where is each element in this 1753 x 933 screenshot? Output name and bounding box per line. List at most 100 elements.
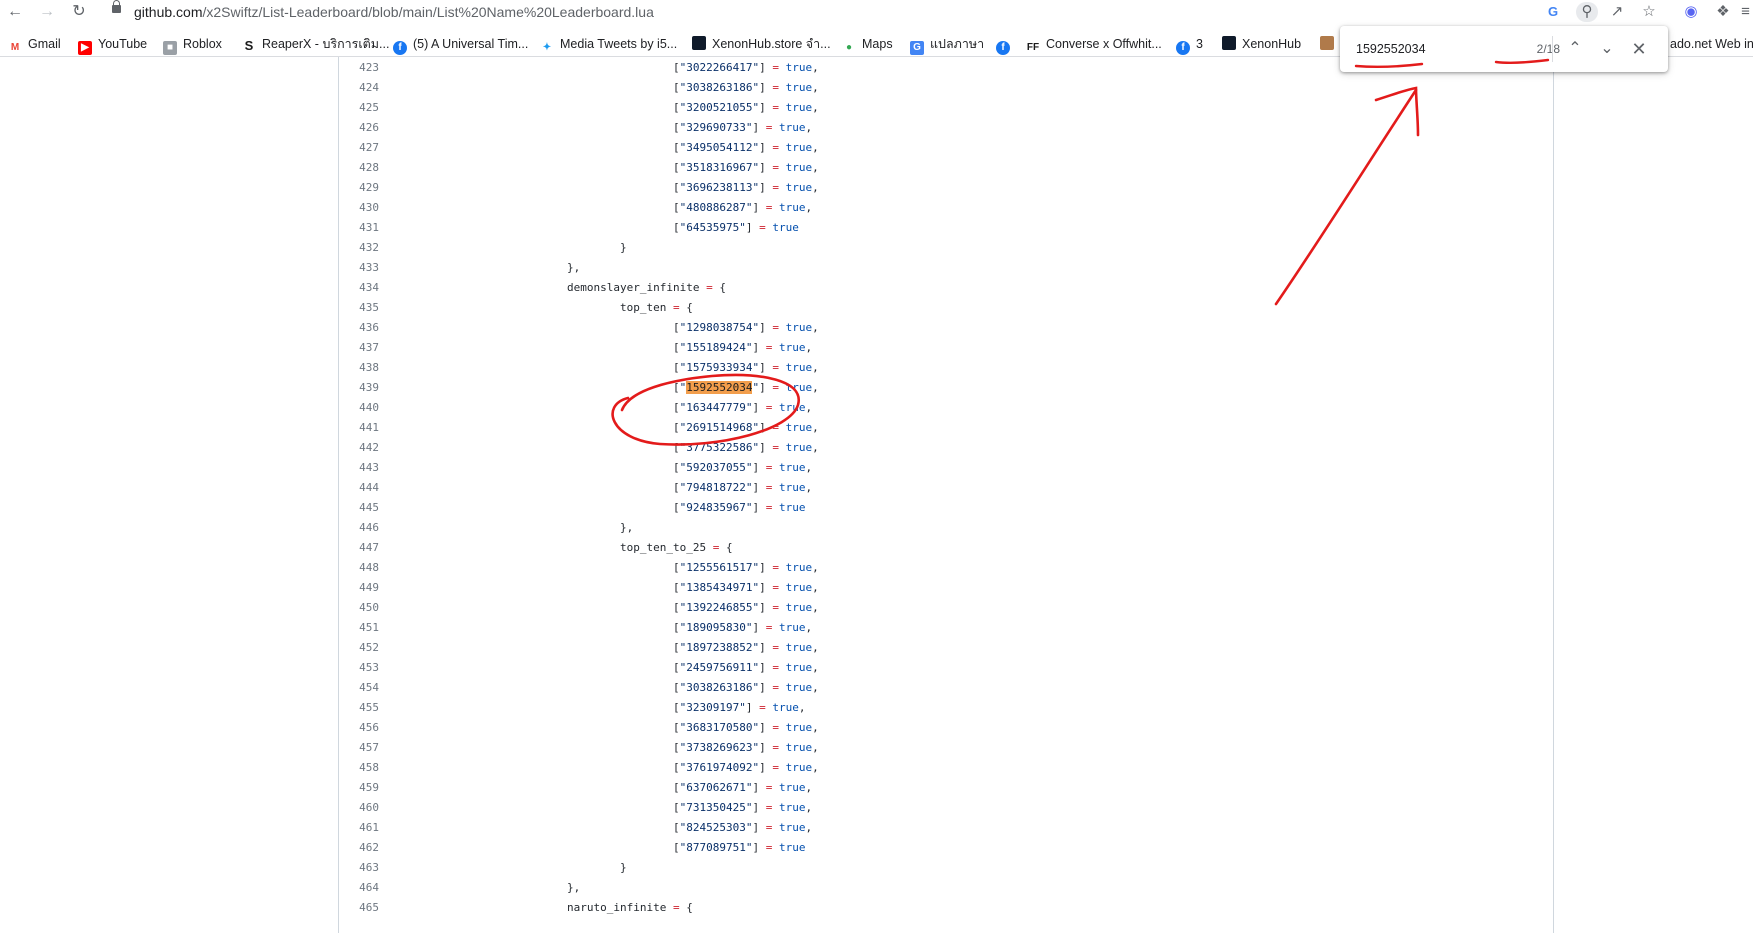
bookmark-label: (5) A Universal Tim... xyxy=(413,37,529,51)
line-number[interactable]: 454 xyxy=(339,678,379,698)
line-number[interactable]: 462 xyxy=(339,838,379,858)
boolean-value: true xyxy=(778,121,806,134)
share-icon[interactable]: ↗ xyxy=(1606,2,1628,22)
line-number[interactable]: 440 xyxy=(339,398,379,418)
bracket: [ xyxy=(673,801,680,814)
boolean-value: true xyxy=(785,561,813,574)
bracket: ] xyxy=(759,321,766,334)
line-number[interactable]: 426 xyxy=(339,118,379,138)
assign-operator: = xyxy=(765,661,786,674)
line-number[interactable]: 445 xyxy=(339,498,379,518)
bookmark-gmail[interactable]: M Gmail xyxy=(8,35,61,55)
comma: , xyxy=(812,381,819,394)
bookmark-ado-net[interactable]: ado.net Web int... xyxy=(1670,35,1753,53)
bookmark-universal-time[interactable]: f (5) A Universal Tim... xyxy=(393,35,529,55)
line-number[interactable]: 464 xyxy=(339,878,379,898)
line-number[interactable]: 431 xyxy=(339,218,379,238)
line-number[interactable]: 442 xyxy=(339,438,379,458)
line-number[interactable]: 451 xyxy=(339,618,379,638)
forward-icon[interactable]: → xyxy=(36,2,58,22)
find-close-button[interactable]: ✕ xyxy=(1628,38,1650,60)
bookmark-translate[interactable]: G แปลภาษา xyxy=(910,35,984,55)
code-text: ["731350425"] = true, xyxy=(673,798,812,818)
line-number[interactable]: 439 xyxy=(339,378,379,398)
browser-toolbar: ← → ↻ github.com/x2Swiftz/List-Leaderboa… xyxy=(0,0,1753,24)
code-line: 427 ["3495054112"] = true, xyxy=(339,138,1553,158)
line-number[interactable]: 437 xyxy=(339,338,379,358)
bracket: [ xyxy=(673,361,680,374)
line-number[interactable]: 427 xyxy=(339,138,379,158)
bracket: [ xyxy=(673,141,680,154)
player-id: 3022266417 xyxy=(686,61,753,74)
line-number[interactable]: 425 xyxy=(339,98,379,118)
comma: , xyxy=(805,781,813,794)
line-number[interactable]: 435 xyxy=(339,298,379,318)
find-previous-button[interactable]: ⌃ xyxy=(1564,38,1586,60)
line-number[interactable]: 436 xyxy=(339,318,379,338)
boolean-value: true xyxy=(778,481,806,494)
bookmark-xenonhub[interactable]: XenonHub xyxy=(1222,35,1301,53)
xenonhub-icon xyxy=(692,36,706,50)
line-number[interactable]: 461 xyxy=(339,818,379,838)
line-number[interactable]: 430 xyxy=(339,198,379,218)
menu-icon[interactable]: ≡ xyxy=(1738,2,1753,22)
line-number[interactable]: 446 xyxy=(339,518,379,538)
line-number[interactable]: 432 xyxy=(339,238,379,258)
line-number[interactable]: 459 xyxy=(339,778,379,798)
line-number[interactable]: 429 xyxy=(339,178,379,198)
line-number[interactable]: 465 xyxy=(339,898,379,918)
code-text: ["3038263186"] = true, xyxy=(673,78,819,98)
find-in-page-icon[interactable]: ⚲ xyxy=(1576,2,1598,22)
line-number[interactable]: 449 xyxy=(339,578,379,598)
line-number[interactable]: 434 xyxy=(339,278,379,298)
line-number[interactable]: 428 xyxy=(339,158,379,178)
back-icon[interactable]: ← xyxy=(4,2,26,22)
bookmark-roblox[interactable]: ■ Roblox xyxy=(163,35,222,55)
find-next-button[interactable]: ⌄ xyxy=(1596,38,1618,60)
bookmark-xenonhub-store[interactable]: XenonHub.store จำ... xyxy=(692,35,831,53)
line-number[interactable]: 458 xyxy=(339,758,379,778)
line-number[interactable]: 423 xyxy=(339,58,379,78)
line-number[interactable]: 444 xyxy=(339,478,379,498)
line-number[interactable]: 424 xyxy=(339,78,379,98)
code-line: 440 ["163447779"] = true, xyxy=(339,398,1553,418)
line-number[interactable]: 438 xyxy=(339,358,379,378)
line-number[interactable]: 457 xyxy=(339,738,379,758)
assign-operator: = xyxy=(765,81,786,94)
star-icon[interactable]: ☆ xyxy=(1638,2,1660,22)
bracket: [ xyxy=(673,461,680,474)
line-number[interactable]: 460 xyxy=(339,798,379,818)
line-number[interactable]: 433 xyxy=(339,258,379,278)
bookmark-reaperx[interactable]: S ReaperX - บริการเติม... xyxy=(242,35,389,53)
extensions-puzzle-icon[interactable]: ❖ xyxy=(1712,2,1734,22)
facebook-icon: f xyxy=(393,41,407,55)
line-number[interactable]: 452 xyxy=(339,638,379,658)
line-number[interactable]: 447 xyxy=(339,538,379,558)
bookmark-converse[interactable]: FF Converse x Offwhit... xyxy=(1026,35,1162,55)
bookmark-maps[interactable]: ● Maps xyxy=(842,35,893,55)
comma: , xyxy=(805,201,813,214)
boolean-value: true xyxy=(785,101,813,114)
bracket: [ xyxy=(673,81,680,94)
line-number[interactable]: 450 xyxy=(339,598,379,618)
line-number[interactable]: 456 xyxy=(339,718,379,738)
bookmark-media-tweets[interactable]: ✦ Media Tweets by i5... xyxy=(540,35,677,55)
line-number[interactable]: 455 xyxy=(339,698,379,718)
bracket: ] xyxy=(759,681,766,694)
bookmark-youtube[interactable]: ▶ YouTube xyxy=(78,35,147,55)
reload-icon[interactable]: ↻ xyxy=(68,2,90,22)
url-text[interactable]: github.com/x2Swiftz/List-Leaderboard/blo… xyxy=(134,4,654,20)
extension-discord-icon[interactable]: ◉ xyxy=(1680,2,1702,22)
line-number[interactable]: 441 xyxy=(339,418,379,438)
bookmark-facebook-3[interactable]: f3 xyxy=(1176,35,1203,55)
find-input[interactable] xyxy=(1356,40,1486,58)
code-text: } xyxy=(620,858,627,878)
google-icon[interactable]: G xyxy=(1542,2,1564,22)
line-number[interactable]: 453 xyxy=(339,658,379,678)
player-id: 592037055 xyxy=(686,461,746,474)
line-number[interactable]: 463 xyxy=(339,858,379,878)
line-number[interactable]: 448 xyxy=(339,558,379,578)
bookmark-monkey[interactable] xyxy=(1320,35,1340,53)
bookmark-facebook[interactable]: f xyxy=(996,35,1016,55)
line-number[interactable]: 443 xyxy=(339,458,379,478)
